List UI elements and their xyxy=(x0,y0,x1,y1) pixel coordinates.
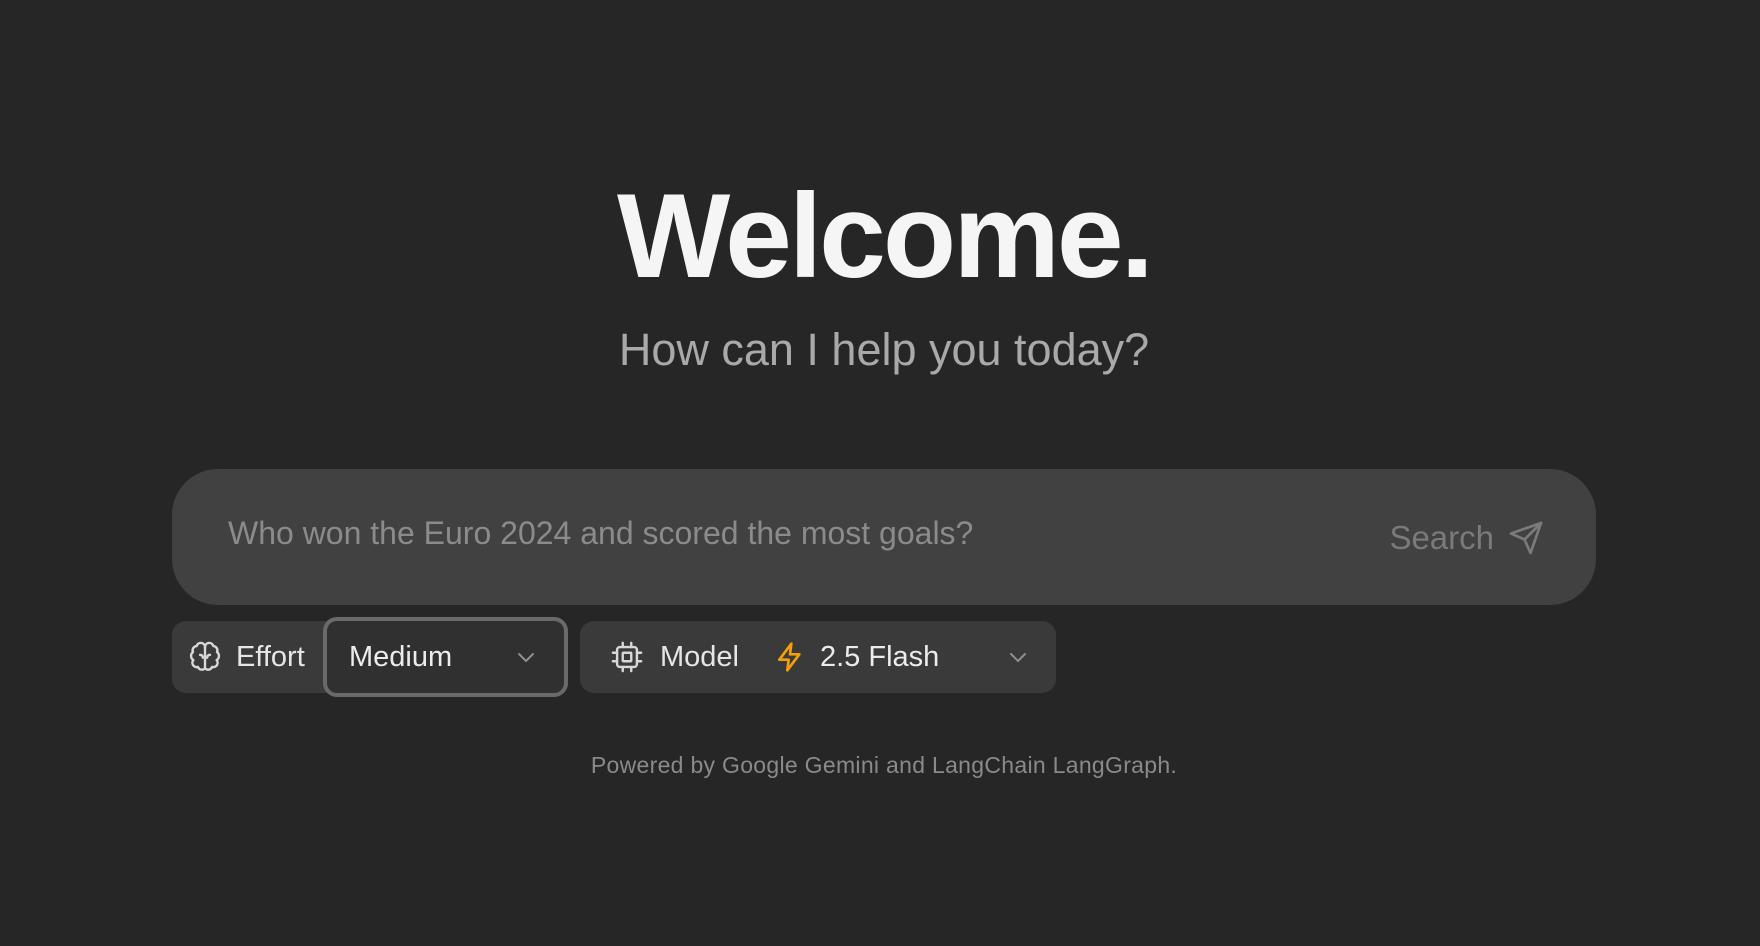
query-input[interactable] xyxy=(228,505,1328,561)
effort-selected-value: Medium xyxy=(349,640,453,673)
brain-icon xyxy=(188,640,222,674)
cpu-icon xyxy=(610,640,644,674)
model-label: Model xyxy=(660,640,739,673)
effort-select[interactable]: Medium xyxy=(323,617,568,697)
lightning-bolt-icon xyxy=(774,639,806,675)
effort-label-group: Effort xyxy=(188,621,305,693)
effort-label: Effort xyxy=(236,640,305,673)
page-subtitle: How can I help you today? xyxy=(618,324,1150,375)
model-control: Model 2.5 Flash xyxy=(580,621,1056,693)
send-icon xyxy=(1508,520,1544,556)
welcome-page: Welcome. How can I help you today? Searc… xyxy=(0,0,1760,946)
model-label-group: Model xyxy=(610,621,739,693)
model-selected-value: 2.5 Flash xyxy=(820,640,940,673)
search-button-label: Search xyxy=(1389,519,1494,556)
page-title: Welcome. xyxy=(617,169,1154,303)
model-select[interactable]: 2.5 Flash xyxy=(774,621,1056,693)
chevron-down-icon xyxy=(514,645,538,669)
effort-control: Effort Medium xyxy=(172,617,568,697)
search-button[interactable]: Search xyxy=(1389,513,1544,563)
footer-credit: Powered by Google Gemini and LangChain L… xyxy=(590,752,1178,778)
query-box: Search xyxy=(172,469,1596,605)
chevron-down-icon xyxy=(1006,645,1030,669)
